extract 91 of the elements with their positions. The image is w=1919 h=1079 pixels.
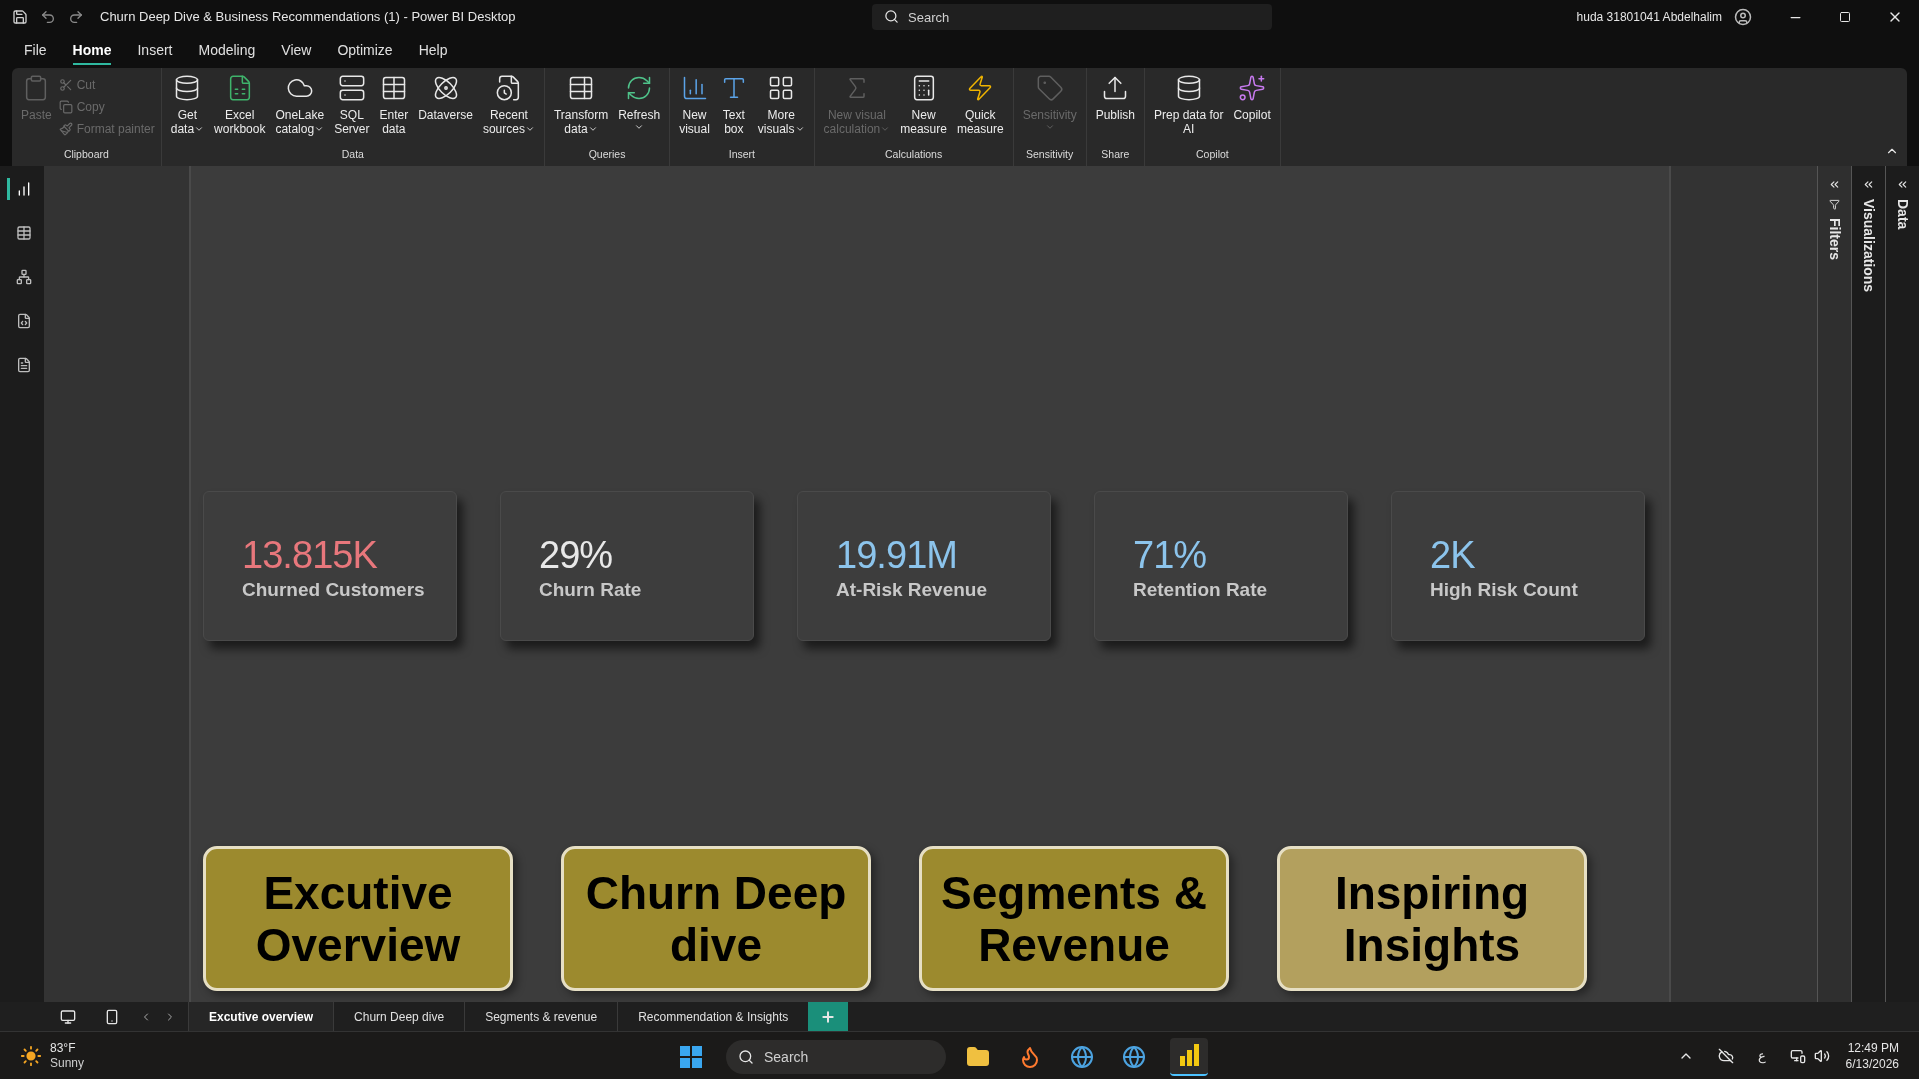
scissors-icon — [58, 78, 73, 92]
pane-label: Data — [1894, 199, 1912, 230]
kpi-label: At-Risk Revenue — [836, 577, 988, 602]
kpi-value: 13.815K — [242, 533, 378, 576]
page-tab[interactable]: Excutive overview — [188, 1002, 334, 1031]
desktop-layout-icon[interactable] — [60, 1008, 76, 1025]
menu-tab[interactable]: Modeling — [198, 37, 256, 65]
redo-icon[interactable] — [68, 9, 84, 25]
expand-icon[interactable] — [1828, 178, 1841, 191]
user-name: huda 31801041 Abdelhalim — [1576, 9, 1722, 26]
menu-tab[interactable]: Optimize — [337, 37, 393, 65]
ribbon-button[interactable]: Text box — [716, 74, 751, 148]
search-icon — [884, 9, 899, 24]
ribbon-group-label: Data — [340, 147, 365, 163]
mobile-layout-icon[interactable] — [104, 1008, 120, 1025]
menu-tab[interactable]: Home — [72, 37, 112, 65]
maximize-icon[interactable] — [1839, 11, 1851, 23]
kpi-label: High Risk Count — [1430, 577, 1579, 602]
ribbon-group-label: Insert — [727, 147, 756, 163]
ribbon-button[interactable]: Excel workbook — [211, 74, 269, 148]
ribbon-group-label: Calculations — [884, 147, 944, 163]
ribbon-button[interactable]: Copilot — [1230, 74, 1274, 148]
pane-label: Filters — [1826, 218, 1844, 260]
weather-condition: Sunny — [50, 1055, 85, 1071]
expand-icon[interactable] — [1896, 178, 1909, 191]
kpi-label: Retention Rate — [1133, 577, 1269, 602]
copy-icon — [58, 100, 73, 114]
save-icon[interactable] — [12, 9, 28, 25]
page-tab[interactable]: Churn Deep dive — [333, 1002, 465, 1031]
ribbon-button[interactable]: Quick measure — [953, 74, 1007, 148]
ribbon-group-label: Queries — [587, 147, 627, 163]
ribbon-button[interactable]: New visual — [676, 74, 713, 148]
account-icon[interactable] — [1734, 8, 1752, 26]
tag-icon — [1035, 74, 1064, 102]
search-icon — [738, 1049, 754, 1065]
menu-tab[interactable]: Help — [418, 37, 448, 65]
folder-icon[interactable] — [966, 1045, 990, 1069]
navigation-button[interactable]: Excutive Overview — [203, 846, 513, 991]
kpi-value: 2K — [1430, 533, 1476, 576]
page-tab[interactable]: Segments & revenue — [464, 1002, 618, 1031]
network-icon[interactable] — [1789, 1047, 1806, 1064]
ribbon-group-label: Clipboard — [62, 147, 110, 163]
menu-tab[interactable]: View — [281, 37, 312, 65]
ribbon-button[interactable]: Publish — [1092, 74, 1138, 148]
window-title: Churn Deep Dive & Business Recommendations (1) - Power BI Desktop — [100, 8, 517, 27]
kpi-label: Churn Rate — [539, 577, 643, 602]
ribbon-group-label: Copilot — [1195, 147, 1230, 163]
filter-icon — [1829, 199, 1840, 210]
sun-icon — [20, 1044, 42, 1067]
side-pane[interactable]: Data — [1885, 166, 1919, 1002]
volume-icon[interactable] — [1813, 1047, 1830, 1064]
search-field[interactable]: Search — [872, 4, 1272, 30]
kpi-value: 71% — [1133, 533, 1208, 576]
taskbar-search-field[interactable]: Search — [726, 1040, 946, 1074]
power-bi-taskbar-icon[interactable] — [1170, 1038, 1208, 1076]
cloud-off-icon[interactable] — [1717, 1047, 1734, 1064]
clock-date[interactable]: 6/13/2026 — [1845, 1055, 1899, 1072]
ribbon-button[interactable]: Transform data — [550, 74, 612, 148]
ribbon-button[interactable]: SQL Server — [331, 74, 373, 148]
navigation-button[interactable]: Segments & Revenue — [919, 846, 1229, 991]
navigation-button[interactable]: Churn Deep dive — [561, 846, 871, 991]
windows-start-icon[interactable] — [680, 1046, 702, 1068]
kpi-value: 29% — [539, 533, 614, 576]
menu-tab[interactable]: Insert — [137, 37, 173, 65]
ribbon-group-label: Share — [1100, 147, 1131, 163]
side-pane[interactable]: Filters — [1817, 166, 1851, 1002]
clock-time[interactable]: 12:49 PM — [1847, 1039, 1899, 1056]
kpi-label: Churned Customers — [242, 577, 426, 602]
ribbon-button[interactable]: Recent sources — [479, 74, 538, 148]
navigation-button[interactable]: Inspiring Insights — [1277, 846, 1587, 991]
server-icon — [337, 74, 366, 102]
ribbon-group-label: Sensitivity — [1025, 147, 1075, 163]
ribbon-button[interactable]: Prep data for AI — [1151, 74, 1227, 148]
ribbon-button[interactable]: New measure — [897, 74, 950, 148]
ribbon-button[interactable]: Get data — [167, 74, 208, 148]
ribbon-button[interactable]: Refresh — [615, 74, 664, 148]
sparkle-icon — [1238, 74, 1267, 102]
paintbrush-icon — [58, 122, 73, 136]
input-language[interactable]: ع — [1757, 1045, 1766, 1066]
ribbon-button[interactable]: More visuals — [754, 74, 808, 148]
ribbon-button[interactable]: OneLake catalog — [272, 74, 328, 148]
undo-icon[interactable] — [40, 9, 56, 25]
ribbon-button[interactable]: Enter data — [376, 74, 412, 148]
expand-icon[interactable] — [1862, 178, 1875, 191]
temperature: 83°F — [50, 1040, 77, 1056]
menu-tab[interactable]: File — [24, 37, 47, 65]
ribbon-button[interactable]: Dataverse — [415, 74, 476, 148]
side-pane[interactable]: Visualizations — [1851, 166, 1885, 1002]
kpi-value: 19.91M — [836, 533, 959, 576]
add-page-button[interactable] — [808, 1002, 849, 1031]
pane-label: Visualizations — [1860, 199, 1878, 293]
